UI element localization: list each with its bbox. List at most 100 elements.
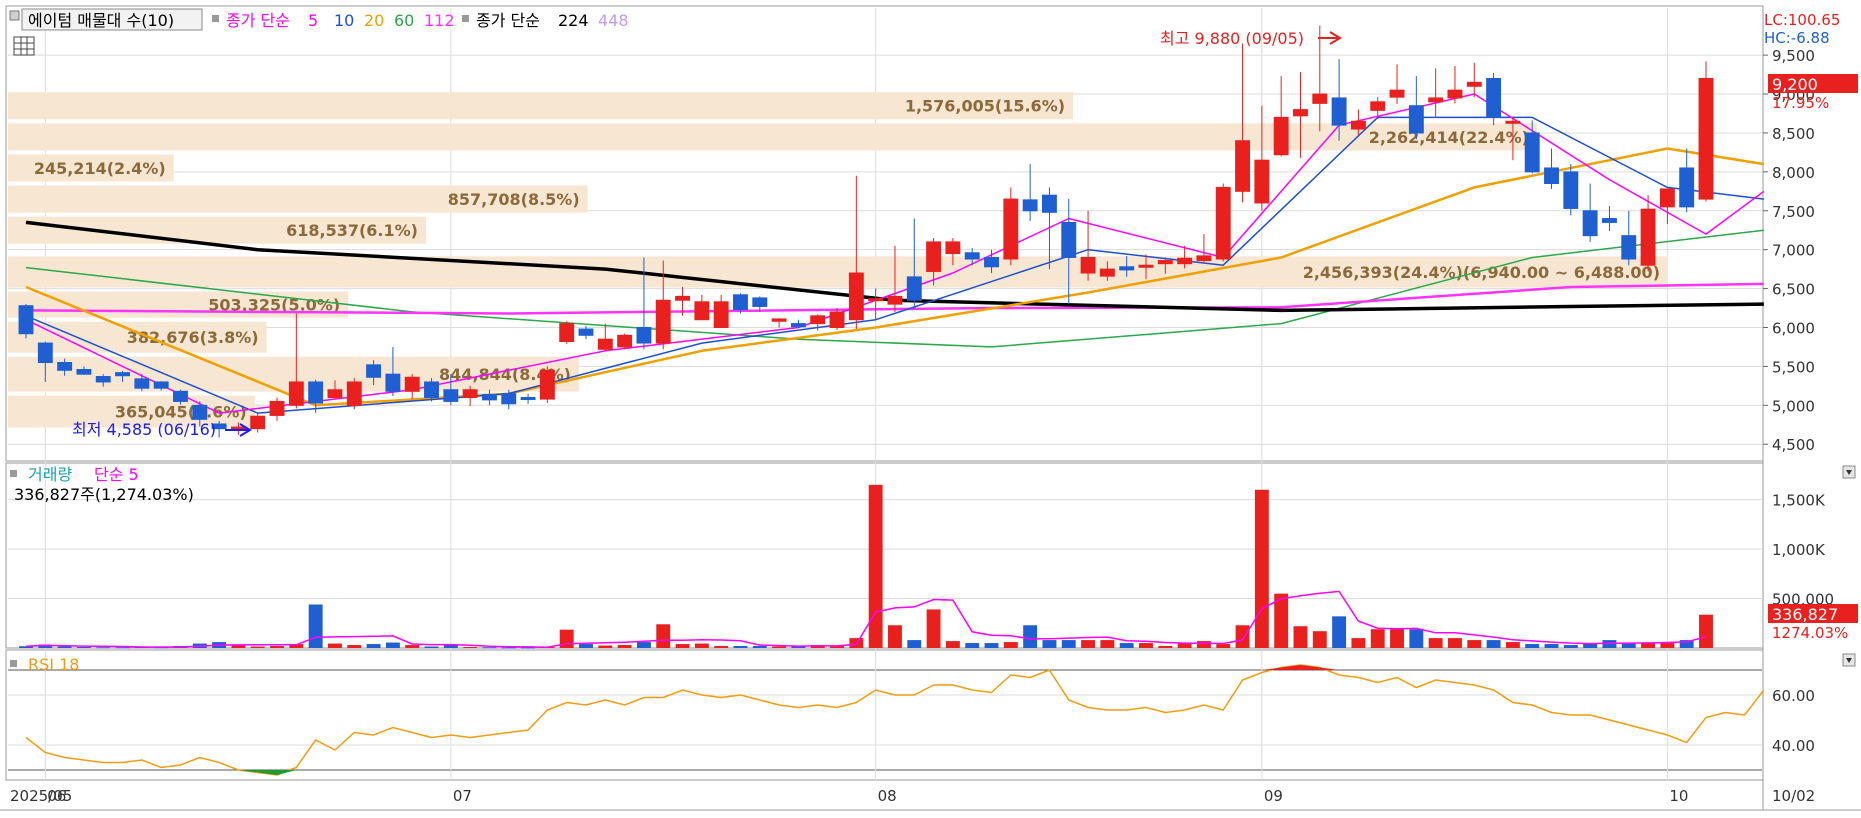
candle-body <box>1331 97 1347 126</box>
candle-body <box>37 342 53 364</box>
volume-bar <box>1428 638 1443 648</box>
volume-bar <box>598 645 613 648</box>
candle-body <box>539 369 555 400</box>
hc-label: HC:-6.88 <box>1764 29 1830 47</box>
candle-body <box>1080 256 1096 274</box>
price-axis-tick: 6,000 <box>1772 319 1815 337</box>
candle-body <box>1119 266 1135 271</box>
volume-bar <box>1370 629 1385 648</box>
stock-chart: 1,576,005(15.6%) 2,262,414(22.4%) 245,214(… <box>0 0 1861 814</box>
last-volume-value: 336,827 <box>1772 605 1838 624</box>
candle-body <box>984 256 999 268</box>
candle-body <box>346 381 362 406</box>
volume-bar <box>1023 625 1038 648</box>
candle-body <box>964 252 980 260</box>
candle-body <box>829 311 845 328</box>
candle-body <box>1196 255 1212 262</box>
candle-body <box>173 390 188 402</box>
candle-body <box>926 241 942 272</box>
volume-bar <box>1235 625 1250 648</box>
volume-bar <box>1119 643 1134 648</box>
volume-bar <box>308 604 323 648</box>
volume-current-value: 336,827주(1,274.03%) <box>14 485 194 504</box>
volume-bar <box>984 643 999 648</box>
candle-body <box>578 328 594 336</box>
candle-body <box>1099 268 1115 277</box>
candle-body <box>1370 101 1386 111</box>
candle-body <box>1601 218 1617 223</box>
volume-bar <box>76 647 91 649</box>
volume-bar <box>1390 629 1404 648</box>
candle-body <box>230 426 246 430</box>
volume-bar <box>1505 642 1520 648</box>
last-price-change: 17.95% <box>1772 94 1829 112</box>
x-axis-label: 08 <box>878 787 897 805</box>
candle-body <box>1679 167 1695 208</box>
volume-bar <box>868 484 883 648</box>
volume-bar <box>1699 614 1713 648</box>
price-axis-tick: 6,500 <box>1772 281 1815 299</box>
ma-period-224: 224 <box>558 11 589 30</box>
low-price-annotation: 최저 4,585 (06/16) <box>72 420 216 439</box>
candle-body <box>1157 260 1173 265</box>
candle-body <box>1389 89 1405 98</box>
candle-body <box>1505 120 1521 124</box>
ma-period-112: 112 <box>424 11 455 30</box>
volume-bar <box>1158 646 1173 648</box>
candle-body <box>1138 264 1154 268</box>
volume-bar <box>1544 644 1559 648</box>
volume-bar <box>501 647 516 649</box>
volume-bar <box>772 646 787 648</box>
candle-body <box>848 272 864 321</box>
indicator-title[interactable]: 에이텀 매물대 수(10) <box>28 11 174 30</box>
candle-body <box>810 315 826 325</box>
candle-body <box>366 364 382 378</box>
ma-period-60: 60 <box>394 11 414 30</box>
volume-bar <box>424 646 439 648</box>
candle-body <box>771 318 787 322</box>
volume-profile-label: 2,456,393(24.4%)(6,940.00 ~ 6,488.00) <box>1303 263 1660 282</box>
candle-body <box>617 334 633 348</box>
x-axis-label: 06 <box>47 787 66 805</box>
candle-body <box>481 393 497 401</box>
volume-bar <box>617 645 632 648</box>
last-volume-pct: 1274.03% <box>1772 624 1848 642</box>
volume-bar <box>1467 640 1482 648</box>
volume-bar <box>1003 642 1018 648</box>
volume-bar <box>1061 640 1076 648</box>
price-axis-tick: 8,500 <box>1772 125 1815 143</box>
price-axis-tick: 5,000 <box>1772 397 1815 415</box>
volume-bar <box>945 641 960 648</box>
volume-bar <box>96 647 111 649</box>
collapse-rsi-icon[interactable] <box>1842 653 1856 667</box>
candle-body <box>559 323 575 342</box>
candle-body <box>1312 93 1328 104</box>
table-grid-icon[interactable] <box>13 36 35 56</box>
collapse-volume-icon[interactable] <box>1842 465 1856 479</box>
candle-body <box>95 376 111 383</box>
candle-body <box>1408 105 1424 134</box>
volume-bar <box>579 644 593 648</box>
candle-body <box>1273 116 1289 156</box>
volume-bar <box>636 642 651 648</box>
volume-bar <box>656 624 671 648</box>
lc-label: LC:100.65 <box>1764 11 1840 29</box>
candle-body <box>462 389 478 399</box>
volume-bar <box>1641 643 1656 648</box>
price-axis-tick: 5,500 <box>1772 358 1815 376</box>
ma-period-10: 10 <box>334 11 354 30</box>
candle-body <box>713 301 729 328</box>
rsi-axis-tick: 40.00 <box>1772 737 1815 755</box>
candle-body <box>733 294 748 311</box>
candle-body <box>887 295 903 305</box>
candle-body <box>752 297 768 307</box>
volume-bar <box>250 646 265 648</box>
candle-body <box>18 305 34 335</box>
volume-bar <box>1042 640 1057 648</box>
volume-bar <box>1081 640 1096 648</box>
volume-bar <box>366 644 381 648</box>
volume-bar <box>1196 641 1211 648</box>
candle-body <box>134 378 150 389</box>
volume-bar <box>1448 638 1462 648</box>
candle-body <box>308 381 324 404</box>
